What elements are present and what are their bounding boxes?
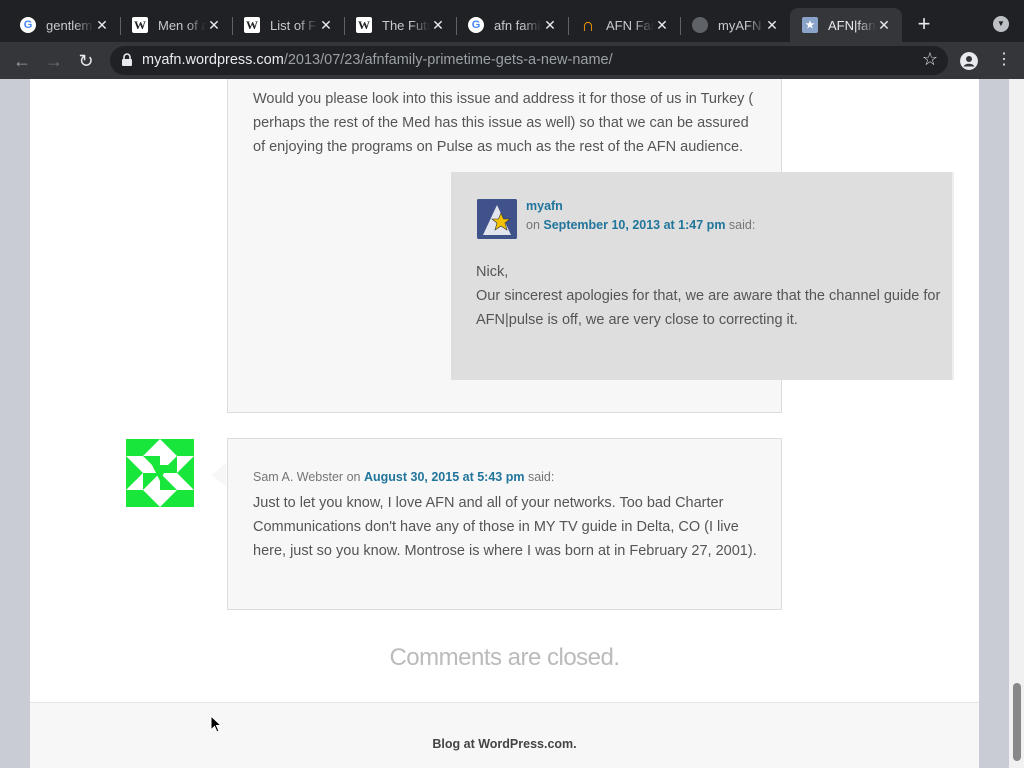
reload-icon[interactable]: ↻ (74, 49, 98, 73)
avatar (126, 439, 194, 507)
close-icon[interactable]: ✕ (764, 17, 780, 33)
comment-author: Sam A. Webster (253, 470, 344, 484)
url-host: myafn.wordpress.com (142, 52, 284, 68)
comment-pointer (212, 463, 226, 487)
tab-title: afn famil (494, 17, 542, 33)
comment-date-link[interactable]: August 30, 2015 at 5:43 pm (364, 470, 524, 484)
tab-title: AFN|fan (828, 17, 876, 33)
tab-afn-famil[interactable]: G afn famil ✕ (456, 8, 568, 42)
tab-title: AFN Fan (606, 17, 654, 33)
globe-icon (692, 17, 708, 33)
tab-title: Men of a (158, 17, 206, 33)
page-scrollbar[interactable] (1009, 79, 1024, 768)
close-icon[interactable]: ✕ (206, 17, 222, 33)
page-content: Would you please look into this issue an… (30, 79, 979, 768)
close-icon[interactable]: ✕ (94, 17, 110, 33)
arch-logo-icon: ∩ (581, 14, 595, 35)
new-tab-button[interactable]: + (912, 13, 936, 37)
bookmark-star-icon[interactable]: ☆ (922, 49, 938, 70)
comment-reply-myafn: myafn on September 10, 2013 at 1:47 pm s… (451, 172, 954, 380)
wikipedia-icon: W (244, 17, 260, 33)
tab-search-button[interactable]: ▼ (993, 16, 1009, 32)
profile-icon[interactable] (960, 52, 978, 70)
tab-strip: G gentlem ✕ W Men of a ✕ W List of F ✕ W… (0, 0, 1024, 42)
tab-myafn[interactable]: myAFN ✕ (680, 8, 790, 42)
mouse-cursor-icon (210, 715, 222, 733)
tab-afn-fan-active[interactable]: ★ AFN|fan ✕ (790, 8, 902, 42)
url-text: myafn.wordpress.com/2013/07/23/afnfamily… (142, 52, 613, 68)
close-icon[interactable]: ✕ (318, 17, 334, 33)
tab-title: The Futu (382, 17, 430, 33)
meta-said: said: (527, 470, 555, 484)
comment-meta: on September 10, 2013 at 1:47 pm said: (526, 218, 755, 232)
comment-meta: Sam A. Webster on August 30, 2015 at 5:4… (253, 470, 554, 484)
meta-on: on (526, 218, 540, 232)
tab-men-of[interactable]: W Men of a ✕ (120, 8, 232, 42)
avatar (477, 199, 517, 239)
comment-sam-webster: Sam A. Webster on August 30, 2015 at 5:4… (227, 438, 782, 610)
tab-afn-fan[interactable]: ∩ AFN Fan ✕ (568, 8, 680, 42)
tab-title: myAFN (718, 17, 762, 33)
meta-said: said: (728, 218, 756, 232)
reply-body: Nick, Our sincerest apologies for that, … (476, 260, 946, 332)
address-bar[interactable]: myafn.wordpress.com/2013/07/23/afnfamily… (110, 46, 948, 75)
site-footer: Blog at WordPress.com. (30, 702, 979, 768)
tab-list-of[interactable]: W List of F ✕ (232, 8, 344, 42)
comment-body: Just to let you know, I love AFN and all… (253, 495, 757, 559)
footer-credit-link[interactable]: Blog at WordPress.com. (30, 737, 979, 751)
comment-nick: Would you please look into this issue an… (227, 79, 954, 413)
comments-closed-notice: Comments are closed. (389, 644, 620, 671)
comment-body: Would you please look into this issue an… (253, 91, 754, 155)
comment-author-link[interactable]: myafn (526, 199, 563, 213)
scrollbar-thumb[interactable] (1013, 683, 1021, 761)
close-icon[interactable]: ✕ (876, 17, 892, 33)
reply-text: Our sincerest apologies for that, we are… (476, 288, 941, 328)
close-icon[interactable]: ✕ (542, 17, 558, 33)
forward-arrow-icon[interactable]: → (42, 49, 66, 73)
close-icon[interactable]: ✕ (654, 17, 670, 33)
back-arrow-icon[interactable]: ← (10, 49, 34, 73)
url-path: /2013/07/23/afnfamily-primetime-gets-a-n… (283, 52, 613, 68)
google-icon: G (20, 17, 36, 33)
browser-toolbar: ← → ↻ myafn.wordpress.com/2013/07/23/afn… (0, 42, 1024, 79)
page-viewport: Would you please look into this issue an… (0, 79, 1024, 768)
tab-gentlem[interactable]: G gentlem ✕ (8, 8, 120, 42)
reply-greeting: Nick, (476, 264, 509, 280)
google-icon: G (468, 17, 484, 33)
afn-icon: ★ (802, 17, 818, 33)
lock-icon (122, 53, 132, 66)
tab-the-future[interactable]: W The Futu ✕ (344, 8, 456, 42)
menu-kebab-icon[interactable]: ⋮ (996, 50, 1012, 70)
tab-title: List of F (270, 17, 317, 33)
wikipedia-icon: W (356, 17, 372, 33)
wikipedia-icon: W (132, 17, 148, 33)
comment-date-link[interactable]: September 10, 2013 at 1:47 pm (543, 218, 725, 232)
tab-title: gentlem (46, 17, 93, 33)
meta-on: on (346, 470, 361, 484)
close-icon[interactable]: ✕ (430, 17, 446, 33)
